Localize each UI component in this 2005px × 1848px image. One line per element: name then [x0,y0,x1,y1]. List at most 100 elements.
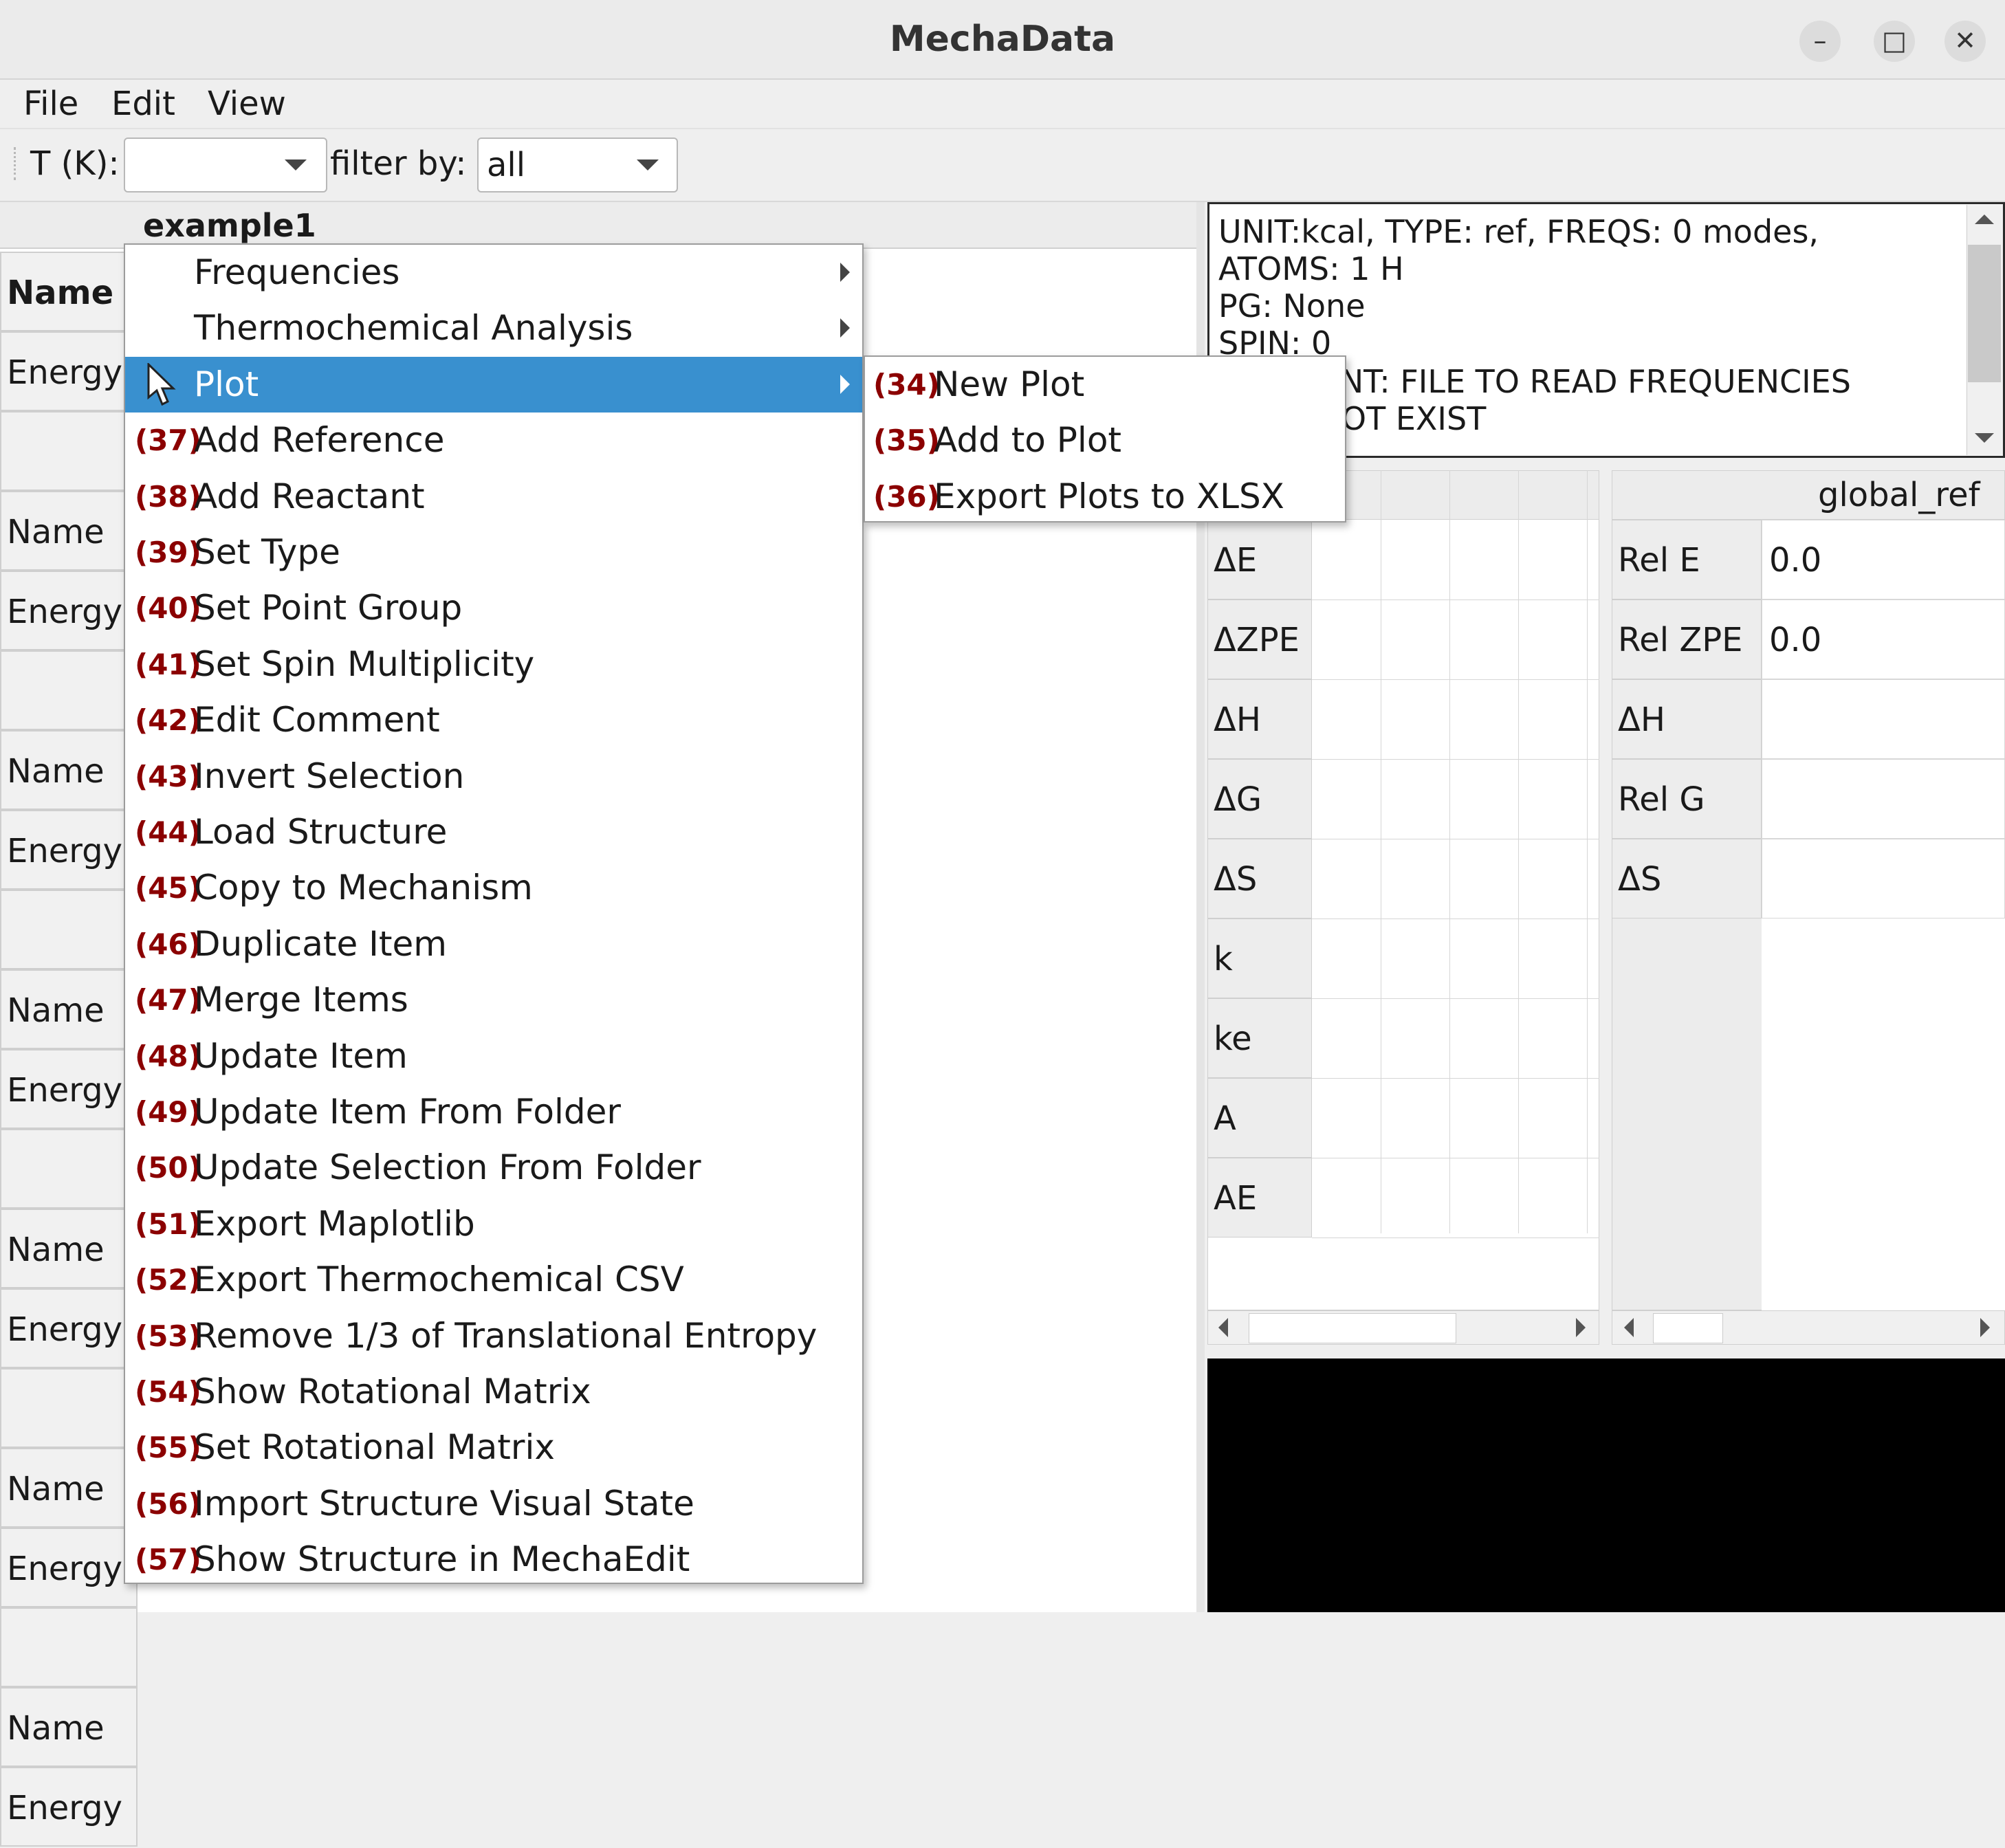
menu-item-update-item-from-folder[interactable]: (49) Update Item From Folder [125,1084,862,1140]
ref-value-cell[interactable] [1762,759,2005,839]
row-label-energy[interactable]: Energy [0,810,138,890]
row-spacer[interactable] [0,650,138,730]
ref-value-cell[interactable]: 0.0 [1762,520,2005,600]
delta-scroll-thumb[interactable] [1249,1313,1456,1343]
row-spacer[interactable] [0,1129,138,1209]
menu-item-thermochemical-analysis[interactable]: Thermochemical Analysis [125,300,862,356]
ref-value-cell[interactable]: 0.0 [1762,600,2005,679]
submenu-item-export-plots-to-xlsx[interactable]: (36) Export Plots to XLSX [865,469,1345,525]
shortcut-number: (45) [135,871,201,905]
menu-item-label: Set Point Group [194,588,463,628]
delta-row-header[interactable]: ke [1207,998,1312,1078]
delta-row-header[interactable]: ΔS [1207,839,1312,918]
menu-item-set-point-group[interactable]: (40) Set Point Group [125,580,862,636]
submenu-item-add-to-plot[interactable]: (35) Add to Plot [865,412,1345,468]
menu-item-set-rotational-matrix[interactable]: (55) Set Rotational Matrix [125,1420,862,1475]
row-divider [1312,679,1599,680]
close-button[interactable]: ✕ [1944,21,1986,62]
delta-row-header[interactable]: ΔH [1207,679,1312,759]
menu-item-load-structure[interactable]: (44) Load Structure [125,804,862,860]
scroll-right-icon[interactable] [1980,1318,1990,1337]
row-label-name[interactable]: Name [0,1687,138,1767]
row-label-name[interactable]: Name [0,1209,138,1288]
menu-item-update-selection-from-folder[interactable]: (50) Update Selection From Folder [125,1140,862,1196]
menu-item-update-item[interactable]: (48) Update Item [125,1028,862,1084]
menu-edit[interactable]: Edit [111,80,175,128]
menu-item-export-maplotlib[interactable]: (51) Export Maplotlib [125,1196,862,1252]
menu-view[interactable]: View [208,80,286,128]
delta-row-header[interactable]: ΔE [1207,520,1312,600]
menu-item-add-reference[interactable]: (37) Add Reference [125,412,862,468]
minimize-button[interactable]: – [1799,21,1841,62]
structure-viewer[interactable] [1207,1358,2005,1612]
scroll-right-icon[interactable] [1576,1318,1586,1337]
menu-item-merge-items[interactable]: (47) Merge Items [125,972,862,1028]
ref-row-header[interactable]: Rel E [1612,520,1762,600]
row-spacer[interactable] [0,1607,138,1687]
menu-item-frequencies[interactable]: Frequencies [125,245,862,300]
row-label-name[interactable]: Name [0,730,138,810]
submenu-item-new-plot[interactable]: (34) New Plot [865,357,1345,412]
menu-item-set-spin-multiplicity[interactable]: (41) Set Spin Multiplicity [125,637,862,692]
shortcut-number: (44) [135,815,201,849]
menu-item-label: Merge Items [194,980,408,1020]
ref-row-header[interactable]: ΔH [1612,679,1762,759]
maximize-button[interactable]: □ [1874,21,1915,62]
row-label-energy[interactable]: Energy [0,1528,138,1607]
row-label-energy[interactable]: Energy [0,1288,138,1368]
menu-item-label: Update Selection From Folder [194,1147,701,1188]
ref-column-header[interactable]: global_ref [1818,474,1980,516]
info-scroll-thumb[interactable] [1968,245,2001,382]
row-spacer[interactable] [0,890,138,969]
menu-item-add-reactant[interactable]: (38) Add Reactant [125,469,862,525]
row-label-name[interactable]: Name [0,252,138,331]
row-label-energy[interactable]: Energy [0,571,138,650]
scroll-left-icon[interactable] [1624,1318,1634,1337]
scroll-down-icon[interactable] [1975,433,1994,443]
delta-row-header[interactable]: ΔZPE [1207,600,1312,679]
menu-item-export-thermochemical-csv[interactable]: (52) Export Thermochemical CSV [125,1252,862,1308]
menu-item-remove-1-3-of-translational-entropy[interactable]: (53) Remove 1/3 of Translational Entropy [125,1308,862,1364]
menu-item-label: Set Rotational Matrix [194,1427,555,1468]
menu-item-edit-comment[interactable]: (42) Edit Comment [125,692,862,748]
row-label-energy[interactable]: Energy [0,1767,138,1847]
ref-row-header[interactable]: ΔS [1612,839,1762,918]
delta-row-header[interactable]: AE [1207,1158,1312,1238]
ref-row-header[interactable]: Rel ZPE [1612,600,1762,679]
menu-item-label: Plot [194,364,259,404]
shortcut-number: (52) [135,1263,201,1297]
menu-file[interactable]: File [23,80,78,128]
menu-item-label: Set Spin Multiplicity [194,644,535,684]
scroll-left-icon[interactable] [1218,1318,1228,1337]
row-label-energy[interactable]: Energy [0,331,138,411]
row-divider [1312,759,1599,760]
menu-item-duplicate-item[interactable]: (46) Duplicate Item [125,916,862,972]
menu-item-import-structure-visual-state[interactable]: (56) Import Structure Visual State [125,1476,862,1532]
toolbar-grip[interactable] [14,147,21,180]
menu-item-show-rotational-matrix[interactable]: (54) Show Rotational Matrix [125,1364,862,1420]
cursor-icon [147,363,176,406]
delta-row-header[interactable]: ΔG [1207,759,1312,839]
delta-row-header[interactable]: k [1207,918,1312,998]
row-label-name[interactable]: Name [0,1448,138,1528]
row-label-name[interactable]: Name [0,491,138,571]
menu-item-invert-selection[interactable]: (43) Invert Selection [125,749,862,804]
row-label-name[interactable]: Name [0,969,138,1049]
ref-value-cell[interactable] [1762,839,2005,918]
row-spacer[interactable] [0,411,138,491]
menu-item-show-structure-in-mechaedit[interactable]: (57) Show Structure in MechaEdit [125,1532,862,1587]
ref-value-cell[interactable] [1762,679,2005,759]
menu-item-copy-to-mechanism[interactable]: (45) Copy to Mechanism [125,860,862,916]
delta-row-header[interactable]: A [1207,1078,1312,1158]
menu-item-set-type[interactable]: (39) Set Type [125,525,862,580]
shortcut-number: (38) [135,479,201,514]
scroll-up-icon[interactable] [1975,214,1994,224]
ref-row-header[interactable]: Rel G [1612,759,1762,839]
menu-item-label: Import Structure Visual State [194,1483,694,1524]
row-label-energy[interactable]: Energy [0,1049,138,1129]
row-spacer[interactable] [0,1368,138,1448]
menu-item-plot[interactable]: Plot [125,356,862,412]
ref-scroll-thumb[interactable] [1653,1313,1723,1343]
menu-item-label: Duplicate Item [194,923,447,964]
menu-item-label: Set Type [194,532,340,572]
